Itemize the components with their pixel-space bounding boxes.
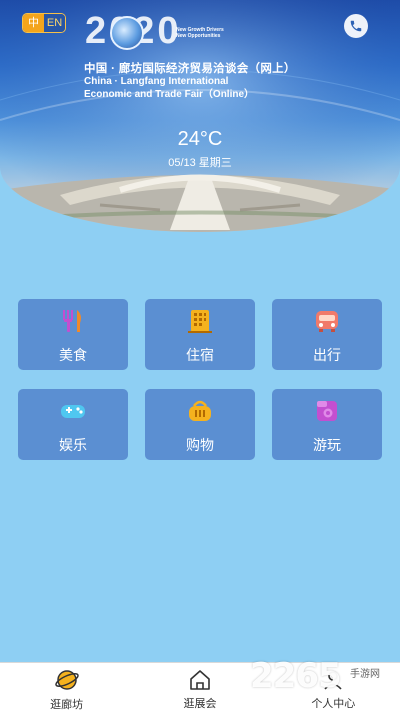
temperature: 24°C [177,128,223,150]
bus-icon [312,306,342,336]
tab-explore-langfang[interactable]: 逛廊坊 [0,663,133,711]
site-watermark-sub: 手游网 [350,669,380,680]
service-label-travel: 出行 [313,347,341,363]
phone-button[interactable] [344,14,368,38]
service-tile-entertainment[interactable]: 娱乐 [18,389,128,460]
site-watermark: 2265 [250,656,342,696]
service-tile-food[interactable]: 美食 [18,299,128,370]
fork-knife-icon [58,306,88,336]
header-banner: 中 EN 2020 New Growth Drivers New Opportu… [0,0,400,232]
tab-label-explore-expo: 逛展会 [183,698,217,710]
tab-label-explore-langfang: 逛廊坊 [50,699,84,711]
home-icon [187,667,213,692]
camera-icon [312,396,342,426]
slogan: New Growth Drivers New Opportunities [176,27,224,39]
globe-emblem-icon [110,16,144,50]
fair-title-en: China · Langfang International Economic … [84,75,254,101]
fair-title-cn: 中国 · 廊坊国际经济贸易洽谈会（网上） [84,63,296,75]
tab-explore-expo[interactable]: 逛展会 [133,663,266,711]
fair-title-en-line-1: China · Langfang International [84,76,229,87]
service-label-food: 美食 [59,347,87,363]
shopping-basket-icon [185,396,215,426]
phone-icon [350,20,362,32]
slogan-line-2: New Opportunities [176,33,221,39]
tab-label-personal-center: 个人中心 [311,698,356,710]
lang-en-option[interactable]: EN [44,14,65,32]
service-label-hotel: 住宿 [186,347,214,363]
service-tile-shopping[interactable]: 购物 [145,389,255,460]
service-label-shopping: 购物 [186,437,214,453]
planet-icon [54,667,80,693]
hotel-building-icon [185,306,215,336]
fair-title-en-line-2: Economic and Trade Fair（Online） [84,89,255,100]
date-weekday: 05/13 星期三 [168,157,232,169]
service-tile-travel[interactable]: 出行 [272,299,382,370]
service-label-sightseeing: 游玩 [313,437,341,453]
language-toggle[interactable]: 中 EN [22,13,66,33]
service-label-entertainment: 娱乐 [59,437,87,453]
service-tile-hotel[interactable]: 住宿 [145,299,255,370]
gamepad-icon [58,396,88,426]
lang-zh-option[interactable]: 中 [23,14,44,32]
service-tile-sightseeing[interactable]: 游玩 [272,389,382,460]
